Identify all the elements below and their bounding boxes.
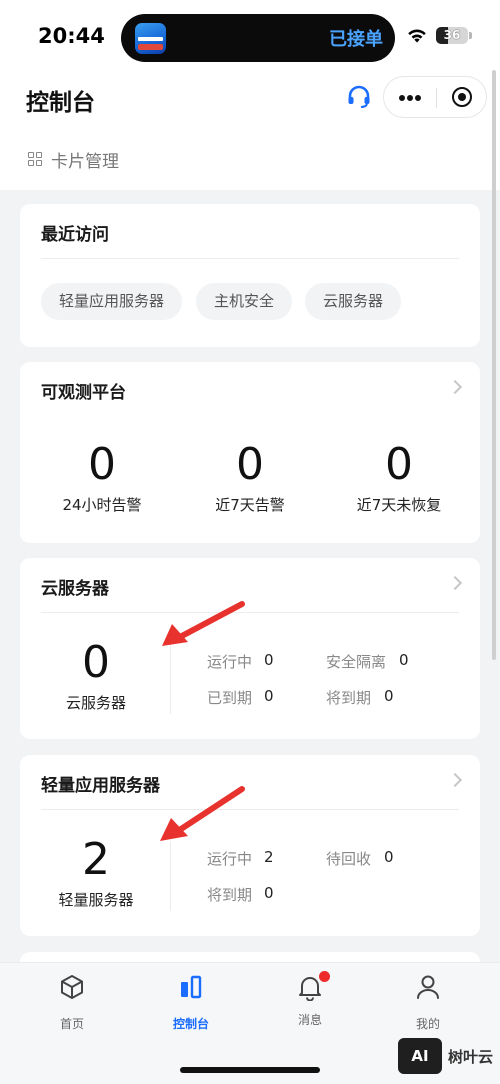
annotation-arrow	[162, 601, 245, 646]
cloud-server-count[interactable]: 0 云服务器	[46, 638, 146, 713]
chevron-right-icon[interactable]	[447, 379, 463, 395]
metric-value: 2	[82, 834, 110, 885]
card-management-label: 卡片管理	[51, 151, 119, 172]
more-button[interactable]	[384, 77, 436, 117]
dynamic-island[interactable]: 已接单	[121, 14, 395, 62]
chip-host-security[interactable]: 主机安全	[196, 283, 293, 320]
status-time: 20:44	[38, 24, 105, 48]
chip-cloud-server[interactable]: 云服务器	[305, 283, 402, 320]
metric-value: 0	[385, 439, 413, 490]
status-bar: 20:44 已接单 36	[0, 0, 500, 75]
stat-value: 0	[264, 651, 274, 669]
metric-value: 0	[88, 439, 116, 490]
tab-messages[interactable]: 消息	[270, 971, 350, 1028]
metric-label: 近7天未恢复	[356, 496, 442, 514]
metric-value: 0	[236, 439, 264, 490]
cloud-server-card[interactable]: 云服务器 0 云服务器 运行中 0 安全隔离 0 已到期 0 将到期 0	[20, 558, 480, 739]
card-management-button[interactable]: 卡片管理	[28, 147, 119, 172]
lighthouse-count[interactable]: 2 轻量服务器	[46, 835, 146, 910]
stat-value: 0	[264, 884, 274, 902]
chevron-right-icon[interactable]	[447, 575, 463, 591]
battery-icon: 36	[436, 27, 468, 44]
observability-card[interactable]: 可观测平台 0 24小时告警 0 近7天告警 0 近7天未恢复	[20, 362, 480, 543]
stat-value: 2	[264, 848, 274, 866]
tab-label: 消息	[297, 1013, 322, 1027]
headset-icon[interactable]	[346, 84, 372, 110]
metric-label: 云服务器	[65, 694, 126, 712]
card-title: 云服务器	[41, 579, 109, 599]
stat-label: 安全隔离	[326, 653, 387, 671]
card-title: 可观测平台	[41, 383, 126, 403]
tab-label: 我的	[415, 1017, 440, 1031]
stat-value: 0	[399, 651, 409, 669]
tab-label: 控制台	[172, 1017, 209, 1031]
metric-value: 0	[82, 637, 110, 688]
tab-label: 首页	[59, 1017, 84, 1031]
scrollbar[interactable]	[492, 70, 496, 660]
tab-console[interactable]: 控制台	[151, 973, 231, 1032]
close-button[interactable]	[437, 77, 487, 117]
user-icon	[417, 975, 439, 999]
stat-value: 0	[264, 687, 274, 705]
annotation-arrow	[160, 786, 245, 841]
stat-value: 0	[384, 687, 394, 705]
chip-lighthouse[interactable]: 轻量应用服务器	[41, 283, 183, 320]
watermark: AI 树叶云	[398, 1036, 498, 1076]
metric-label: 24小时告警	[62, 496, 142, 514]
app-icon	[135, 23, 166, 54]
metric-label: 轻量服务器	[58, 891, 134, 909]
metric-7d-alerts[interactable]: 0 近7天告警	[198, 440, 302, 515]
metric-24h-alerts[interactable]: 0 24小时告警	[50, 440, 154, 515]
stat-label: 待回收	[326, 850, 372, 868]
stat-label: 已到期	[207, 689, 253, 707]
island-status-text: 已接单	[329, 29, 383, 50]
page-title: 控制台	[26, 90, 95, 116]
battery-level: 36	[443, 28, 461, 42]
card-title: 轻量应用服务器	[41, 776, 160, 796]
metric-label: 近7天告警	[215, 496, 285, 514]
wifi-icon	[408, 29, 426, 43]
cube-icon	[61, 975, 83, 999]
stat-label: 将到期	[207, 886, 253, 904]
stat-label: 将到期	[326, 689, 372, 707]
stat-label: 运行中	[207, 653, 253, 671]
tab-home[interactable]: 首页	[32, 973, 112, 1032]
chevron-right-icon[interactable]	[447, 772, 463, 788]
miniprogram-capsule	[383, 76, 487, 118]
stat-label: 运行中	[207, 850, 253, 868]
bell-icon	[296, 971, 330, 1002]
recent-visits-card: 最近访问 轻量应用服务器 主机安全 云服务器	[20, 204, 480, 347]
tab-profile[interactable]: 我的	[388, 973, 468, 1032]
stat-value: 0	[384, 848, 394, 866]
home-indicator[interactable]	[180, 1067, 320, 1073]
notification-badge	[319, 971, 330, 982]
lighthouse-card[interactable]: 轻量应用服务器 2 轻量服务器 运行中 2 待回收 0 将到期 0	[20, 755, 480, 936]
grid-icon	[28, 151, 43, 167]
console-icon	[181, 975, 202, 999]
card-title: 最近访问	[41, 225, 109, 245]
metric-7d-unrecovered[interactable]: 0 近7天未恢复	[342, 440, 456, 515]
nav-header: 控制台 卡片管理	[0, 75, 500, 190]
more-icon	[399, 95, 405, 101]
watermark-text: 树叶云	[448, 1047, 494, 1066]
watermark-logo: AI	[398, 1038, 442, 1074]
